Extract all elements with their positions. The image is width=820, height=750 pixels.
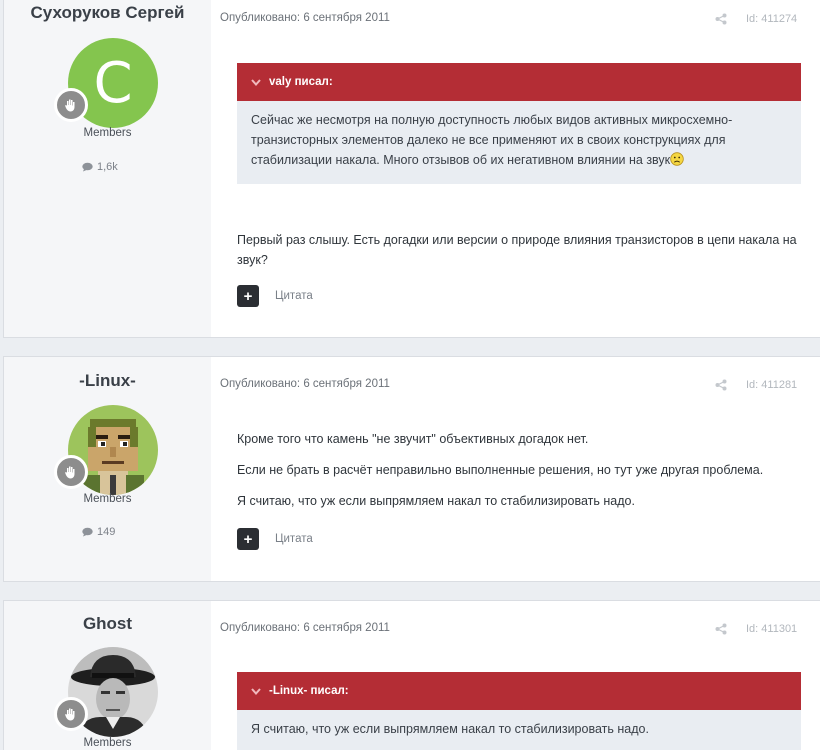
- post-date[interactable]: Опубликовано: 6 сентября 2011: [220, 378, 390, 390]
- plus-icon: +: [243, 287, 253, 305]
- post-id: Id: 411301: [746, 623, 798, 635]
- post-count-value: 149: [97, 526, 116, 538]
- quote-text-container: Я считаю, что уж если выпрямляем накал т…: [237, 710, 801, 750]
- share-icon[interactable]: [715, 623, 727, 635]
- post-date[interactable]: Опубликовано: 6 сентября 2011: [220, 12, 390, 24]
- post-3: Ghost Members Опубликовано: 6 сентября 2…: [3, 600, 820, 750]
- quote-author: -Linux- писал:: [269, 685, 349, 697]
- comment-icon: [82, 162, 93, 172]
- multiquote-button[interactable]: +: [237, 528, 259, 550]
- rank-hand-icon: [54, 455, 88, 489]
- avatar-container: C: [54, 38, 158, 128]
- post-text: Первый раз слышу. Есть догадки или верси…: [237, 233, 797, 267]
- post-count-value: 1,6k: [97, 161, 118, 173]
- post-1: Сухоруков Сергей C Members 1,6k Опублико…: [3, 0, 820, 338]
- quote-block: valy писал: Сейчас же несмотря на полную…: [237, 63, 801, 184]
- member-group: Members: [83, 493, 132, 505]
- quote-text-container: Сейчас же несмотря на полную доступность…: [237, 101, 801, 182]
- avatar-letter: C: [93, 50, 133, 116]
- avatar-container: [54, 647, 158, 737]
- author-name[interactable]: Сухоруков Сергей: [4, 3, 211, 23]
- quote-text: Я считаю, что уж если выпрямляем накал т…: [251, 722, 649, 736]
- post-id: Id: 411281: [746, 379, 798, 391]
- post-count[interactable]: 1,6k: [82, 161, 118, 173]
- post-2: -Linux- Members 149 Опубликовано: 6 сент…: [3, 356, 820, 582]
- author-name[interactable]: -Linux-: [4, 371, 211, 391]
- author-panel: Ghost Members: [4, 601, 211, 750]
- author-panel: -Linux- Members 149: [4, 357, 211, 581]
- rank-hand-icon: [54, 697, 88, 731]
- author-name[interactable]: Ghost: [4, 614, 211, 634]
- post-date[interactable]: Опубликовано: 6 сентября 2011: [220, 622, 390, 634]
- quote-header[interactable]: -Linux- писал:: [237, 672, 801, 710]
- post-id: Id: 411274: [746, 13, 798, 25]
- share-icon[interactable]: [715, 379, 727, 391]
- post-text-line-3: Я считаю, что уж если выпрямляем накал т…: [237, 494, 635, 508]
- rank-hand-icon: [54, 88, 88, 122]
- quote-button[interactable]: Цитата: [275, 533, 313, 545]
- member-group: Members: [83, 737, 132, 749]
- chevron-down-icon: [251, 687, 261, 695]
- post-text-line-1: Кроме того что камень "не звучит" объект…: [237, 432, 589, 446]
- multiquote-button[interactable]: +: [237, 285, 259, 307]
- post-text-line-2: Если не брать в расчёт неправильно выпол…: [237, 463, 764, 477]
- quote-text: Сейчас же несмотря на полную доступность…: [251, 113, 733, 167]
- quote-button[interactable]: Цитата: [275, 290, 313, 302]
- avatar-container: [54, 405, 158, 495]
- quote-author: valy писал:: [269, 76, 333, 88]
- plus-icon: +: [243, 530, 253, 548]
- share-icon[interactable]: [715, 13, 727, 25]
- post-count[interactable]: 149: [82, 526, 115, 538]
- quote-header[interactable]: valy писал:: [237, 63, 801, 101]
- member-group: Members: [83, 127, 132, 139]
- sad-emoji-icon: [670, 152, 684, 166]
- quote-block: -Linux- писал: Я считаю, что уж если вып…: [237, 672, 801, 750]
- comment-icon: [82, 527, 93, 537]
- author-panel: Сухоруков Сергей C Members 1,6k: [4, 0, 211, 337]
- chevron-down-icon: [251, 78, 261, 86]
